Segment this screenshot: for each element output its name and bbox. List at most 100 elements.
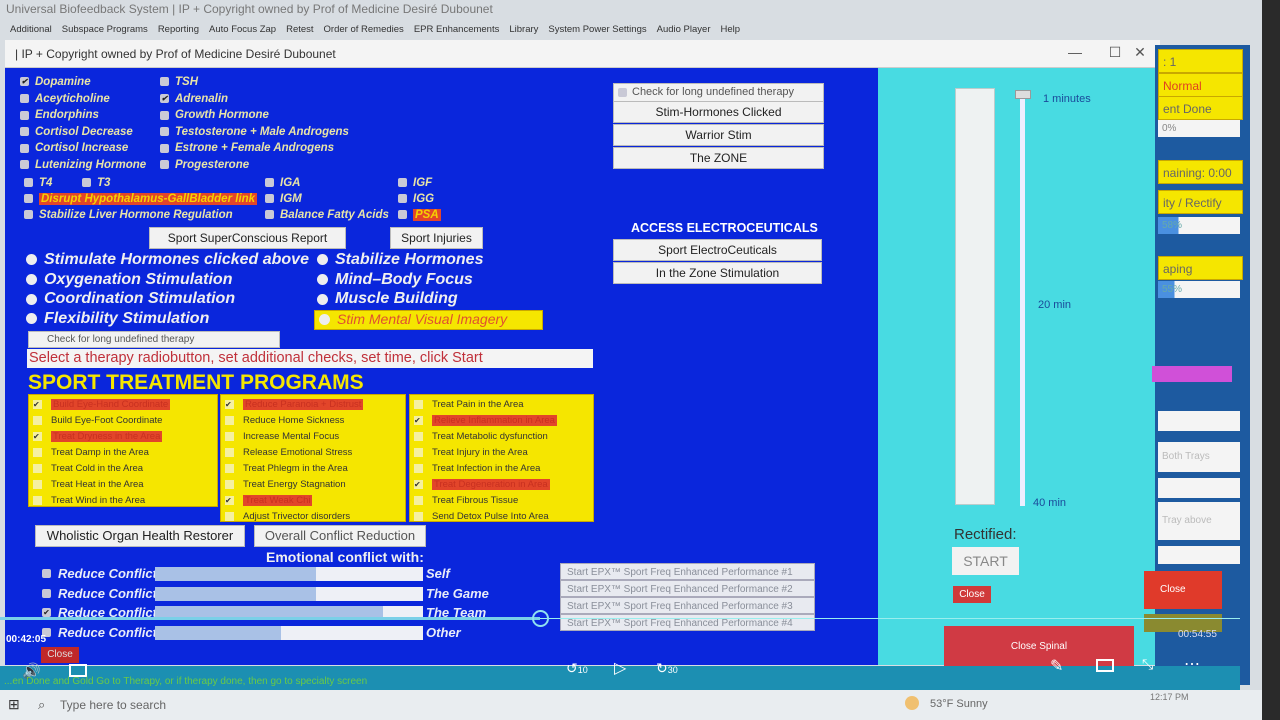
menu-item-subspace-programs[interactable]: Subspace Programs — [62, 24, 148, 35]
menu-item-help[interactable]: Help — [721, 24, 741, 35]
checkbox[interactable] — [160, 143, 169, 153]
search-icon[interactable]: ⌕ — [38, 697, 45, 713]
conflict-checkbox[interactable] — [42, 588, 51, 598]
pencil-icon[interactable]: ✎ — [1050, 656, 1063, 676]
epx-start-button-2[interactable]: Start EPX™ Sport Freq Enhanced Performan… — [560, 580, 815, 597]
checkbox[interactable] — [414, 447, 423, 457]
in-zone-stimulation-button[interactable]: In the Zone Stimulation — [613, 262, 822, 284]
checkbox[interactable] — [33, 415, 42, 425]
checkbox[interactable] — [225, 463, 234, 473]
checkbox[interactable]: ✔ — [414, 479, 423, 489]
close-window-button[interactable]: ✕ — [1125, 44, 1155, 61]
time-slider-thumb[interactable] — [1015, 90, 1031, 99]
sport-electroceuticals-button[interactable]: Sport ElectroCeuticals — [613, 239, 822, 261]
conflict-level-bar[interactable] — [155, 586, 423, 601]
program-checkbox[interactable]: ✔ Build Eye-Hand Coordinate — [33, 397, 213, 413]
checkbox[interactable] — [20, 160, 29, 170]
checkbox[interactable] — [225, 479, 234, 489]
checkbox[interactable] — [225, 415, 234, 425]
video-scrubber[interactable] — [532, 610, 549, 627]
hormone-checkbox[interactable]: Aceyticholine — [20, 93, 146, 110]
program-checkbox[interactable]: Adjust Trivector disorders — [225, 509, 401, 525]
hormone-checkbox[interactable]: ✔ Adrenalin — [160, 93, 349, 110]
therapy-radio[interactable]: Muscle Building — [317, 290, 543, 310]
checkbox[interactable]: ✔ — [33, 399, 42, 409]
radio-button[interactable] — [26, 273, 37, 285]
hormone-checkbox[interactable]: Progesterone — [160, 159, 349, 176]
program-checkbox[interactable]: Treat Injury in the Area — [414, 445, 589, 461]
program-checkbox[interactable]: Treat Energy Stagnation — [225, 477, 401, 493]
checkbox[interactable]: ✔ — [20, 77, 29, 87]
rewind-10-icon[interactable]: ↺10 — [566, 660, 588, 677]
close-button[interactable]: Close — [41, 647, 79, 663]
program-checkbox[interactable]: Increase Mental Focus — [225, 429, 401, 445]
hormone-checkbox[interactable]: Cortisol Increase — [20, 142, 146, 159]
program-checkbox[interactable]: ✔ Treat Degeneration in Area — [414, 477, 589, 493]
warrior-stim-button[interactable]: Warrior Stim — [613, 124, 824, 146]
check-t3[interactable]: T3 — [82, 177, 110, 189]
overall-conflict-button[interactable]: Overall Conflict Reduction — [254, 525, 426, 547]
check-liver-regulation[interactable]: Stabilize Liver Hormone Regulation — [24, 209, 233, 221]
check-igg[interactable]: IGG — [398, 193, 434, 205]
radio-button[interactable] — [319, 314, 330, 326]
checkbox[interactable] — [20, 143, 29, 153]
checkbox[interactable]: ✔ — [225, 495, 234, 505]
therapy-radio[interactable]: Coordination Stimulation — [26, 290, 309, 310]
start-button[interactable]: START — [952, 547, 1019, 575]
video-progress-bar[interactable] — [0, 617, 540, 620]
the-zone-button[interactable]: The ZONE — [613, 147, 824, 169]
program-checkbox[interactable]: Release Emotional Stress — [225, 445, 401, 461]
menu-item-auto-focus-zap[interactable]: Auto Focus Zap — [209, 24, 276, 35]
checkbox[interactable] — [225, 511, 234, 521]
checkbox[interactable] — [33, 463, 42, 473]
radio-button[interactable] — [317, 293, 328, 305]
checkbox[interactable] — [20, 110, 29, 120]
program-checkbox[interactable]: Treat Infection in the Area — [414, 461, 589, 477]
hormone-checkbox[interactable]: Lutenizing Hormone — [20, 159, 146, 176]
check-fatty-acids[interactable]: Balance Fatty Acids — [265, 209, 389, 221]
program-checkbox[interactable]: Treat Wind in the Area — [33, 493, 213, 509]
conflict-level-bar[interactable] — [155, 625, 423, 640]
picture-in-picture-icon[interactable] — [1096, 659, 1114, 672]
checkbox[interactable] — [33, 495, 42, 505]
menu-item-order-of-remedies[interactable]: Order of Remedies — [324, 24, 404, 35]
checkbox[interactable] — [160, 77, 169, 87]
radio-button[interactable] — [317, 273, 328, 285]
check-t4[interactable]: T4 — [24, 177, 52, 189]
weather-text[interactable]: 53°F Sunny — [930, 698, 988, 710]
menu-item-epr-enhancements[interactable]: EPR Enhancements — [414, 24, 500, 35]
timer-close-button[interactable]: Close — [953, 586, 991, 603]
hormone-checkbox[interactable]: Growth Hormone — [160, 109, 349, 126]
checkbox[interactable] — [414, 431, 423, 441]
checkbox[interactable]: ✔ — [225, 399, 234, 409]
checkbox[interactable] — [33, 447, 42, 457]
menu-item-audio-player[interactable]: Audio Player — [657, 24, 711, 35]
checkbox[interactable] — [160, 127, 169, 137]
program-checkbox[interactable]: Build Eye-Foot Coordinate — [33, 413, 213, 429]
menu-item-library[interactable]: Library — [509, 24, 538, 35]
minimize-button[interactable]: — — [1060, 44, 1090, 60]
therapy-radio[interactable]: Flexibility Stimulation — [26, 310, 309, 330]
program-checkbox[interactable]: ✔ Treat Dryness in the Area — [33, 429, 213, 445]
epx-start-button-3[interactable]: Start EPX™ Sport Freq Enhanced Performan… — [560, 597, 815, 614]
check-psa[interactable]: PSA — [398, 209, 441, 221]
therapy-radio[interactable]: Mind–Body Focus — [317, 271, 543, 291]
conflict-checkbox[interactable] — [42, 569, 51, 578]
checkbox[interactable] — [414, 495, 423, 505]
checkbox[interactable]: ✔ — [33, 431, 42, 441]
radio-button[interactable] — [26, 254, 37, 266]
checkbox[interactable] — [20, 94, 29, 104]
taskbar-search-input[interactable]: Type here to search — [60, 698, 166, 712]
windows-start-icon[interactable]: ⊞ — [8, 696, 20, 713]
hormone-checkbox[interactable]: ✔ Dopamine — [20, 76, 146, 93]
hormone-checkbox[interactable]: Estrone + Female Androgens — [160, 142, 349, 159]
radio-button[interactable] — [26, 293, 37, 305]
checkbox[interactable]: ✔ — [414, 415, 423, 425]
checkbox[interactable] — [414, 463, 423, 473]
hormone-checkbox[interactable]: Cortisol Decrease — [20, 126, 146, 143]
checkbox[interactable] — [33, 479, 42, 489]
menu-item-reporting[interactable]: Reporting — [158, 24, 199, 35]
menu-item-retest[interactable]: Retest — [286, 24, 313, 35]
strip-close-button[interactable]: Close — [1144, 571, 1222, 609]
program-checkbox[interactable]: Treat Phlegm in the Area — [225, 461, 401, 477]
